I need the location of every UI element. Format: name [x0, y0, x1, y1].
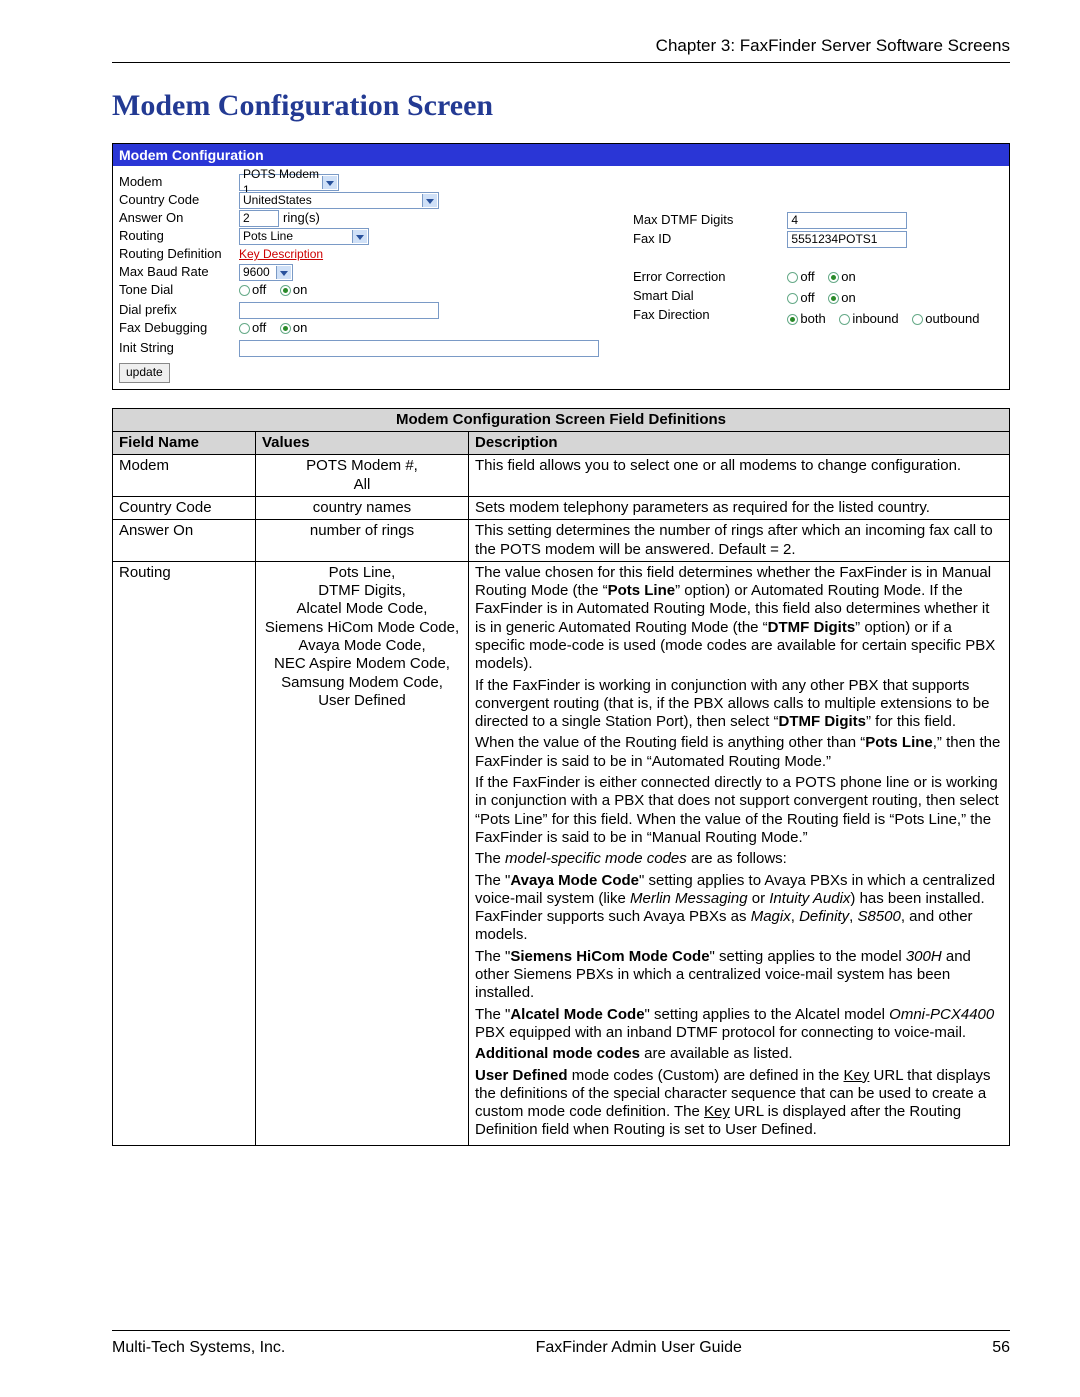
header-field: Field Name	[113, 432, 256, 455]
radio-fax-debug-on[interactable]: on	[280, 320, 307, 337]
radio-tone-dial-on[interactable]: on	[280, 282, 307, 299]
label-rings: ring(s)	[283, 210, 320, 227]
label-max-dtmf: Max DTMF Digits	[633, 212, 733, 229]
label-init-string: Init String	[119, 340, 229, 357]
section-title: Modem Configuration Screen	[112, 89, 1010, 123]
radio-dir-outbound[interactable]: outbound	[912, 311, 979, 328]
select-routing[interactable]: Pots Line	[239, 228, 369, 245]
header-desc: Description	[469, 432, 1010, 455]
row-modem: Modem POTS Modem #, All This field allow…	[113, 455, 1010, 497]
radio-ec-on[interactable]: on	[828, 269, 855, 286]
label-answer-on: Answer On	[119, 210, 229, 227]
radio-dir-inbound[interactable]: inbound	[839, 311, 898, 328]
label-fax-direction: Fax Direction	[633, 307, 733, 324]
panel-title: Modem Configuration	[113, 144, 1009, 166]
row-answer-on: Answer On number of rings This setting d…	[113, 520, 1010, 562]
modem-config-panel: Modem Configuration Modem POTS Modem 1 C…	[112, 143, 1010, 390]
update-button[interactable]: update	[119, 363, 170, 383]
label-error-correction: Error Correction	[633, 269, 733, 286]
label-modem: Modem	[119, 174, 229, 191]
select-country-code[interactable]: UnitedStates	[239, 192, 439, 209]
label-fax-id: Fax ID	[633, 231, 733, 248]
radio-smart-on[interactable]: on	[828, 290, 855, 307]
link-key-description[interactable]: Key Description	[239, 247, 323, 261]
select-max-baud[interactable]: 9600	[239, 264, 293, 281]
label-routing: Routing	[119, 228, 229, 245]
radio-dir-both[interactable]: both	[787, 311, 825, 328]
radio-fax-debug-off[interactable]: off	[239, 320, 266, 337]
footer-page: 56	[992, 1339, 1010, 1357]
radio-smart-off[interactable]: off	[787, 290, 814, 307]
header-values: Values	[256, 432, 469, 455]
chapter-header: Chapter 3: FaxFinder Server Software Scr…	[112, 36, 1010, 56]
input-init-string[interactable]	[239, 340, 599, 357]
rule-bottom	[112, 1330, 1010, 1331]
label-smart-dial: Smart Dial	[633, 288, 733, 305]
label-fax-debugging: Fax Debugging	[119, 320, 229, 339]
input-max-dtmf[interactable]: 4	[787, 212, 907, 229]
label-country-code: Country Code	[119, 192, 229, 209]
row-routing: Routing Pots Line, DTMF Digits, Alcatel …	[113, 561, 1010, 1145]
footer-center: FaxFinder Admin User Guide	[536, 1339, 742, 1357]
label-routing-definition: Routing Definition	[119, 246, 229, 263]
input-answer-on[interactable]: 2	[239, 210, 279, 227]
input-fax-id[interactable]: 5551234POTS1	[787, 231, 907, 248]
rule-top	[112, 62, 1010, 63]
table-title: Modem Configuration Screen Field Definit…	[113, 408, 1010, 431]
select-modem[interactable]: POTS Modem 1	[239, 174, 339, 191]
radio-ec-off[interactable]: off	[787, 269, 814, 286]
input-dial-prefix[interactable]	[239, 302, 439, 319]
row-country-code: Country Code country names Sets modem te…	[113, 496, 1010, 519]
radio-tone-dial-off[interactable]: off	[239, 282, 266, 299]
footer-left: Multi-Tech Systems, Inc.	[112, 1339, 285, 1357]
page-footer: Multi-Tech Systems, Inc. FaxFinder Admin…	[112, 1339, 1010, 1357]
label-dial-prefix: Dial prefix	[119, 302, 229, 319]
label-max-baud: Max Baud Rate	[119, 264, 229, 281]
field-definitions-table: Modem Configuration Screen Field Definit…	[112, 408, 1010, 1146]
label-tone-dial: Tone Dial	[119, 282, 229, 301]
